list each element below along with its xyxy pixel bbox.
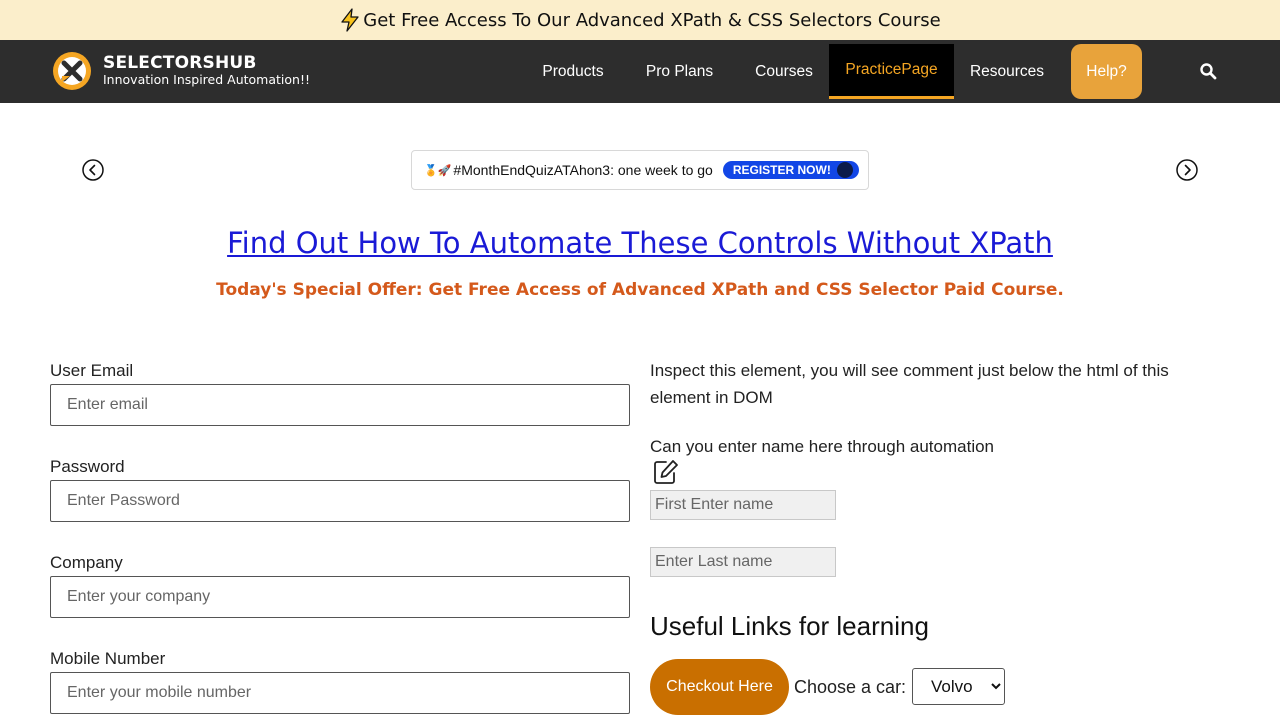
password-label: Password [50, 457, 125, 476]
password-field[interactable] [50, 480, 630, 522]
checkout-button[interactable]: Checkout Here [650, 659, 789, 715]
register-now-button[interactable]: REGISTER NOW! [722, 161, 859, 179]
nav-pro-plans[interactable]: Pro Plans [632, 44, 727, 99]
car-select[interactable]: Volvo [912, 668, 1005, 705]
special-offer-text: Today's Special Offer: Get Free Access o… [216, 280, 1064, 300]
lightning-icon [341, 8, 359, 32]
headline-link[interactable]: Find Out How To Automate These Controls … [227, 226, 1053, 260]
page-headline: Find Out How To Automate These Controls … [0, 226, 1280, 260]
inspect-instruction: Inspect this element, you will see comme… [650, 361, 1169, 407]
carousel-next-icon[interactable] [1176, 159, 1198, 181]
nav-resources[interactable]: Resources [956, 44, 1058, 99]
brand-logo[interactable]: SELECTORSHUB Innovation Inspired Automat… [53, 52, 310, 90]
carousel-prev-icon[interactable] [82, 159, 104, 181]
help-button[interactable]: Help? [1071, 44, 1142, 99]
email-field[interactable] [50, 384, 630, 426]
mobile-label: Mobile Number [50, 649, 166, 668]
first-name-field[interactable] [650, 490, 836, 520]
cursor-icon [836, 162, 853, 178]
ticker-text: #MonthEndQuizATAhon3: one week to go [453, 162, 713, 178]
selectorshub-logo-icon [53, 52, 91, 90]
car-label: Choose a car: [794, 677, 907, 697]
last-name-field[interactable] [650, 547, 836, 577]
promo-text: Get Free Access To Our Advanced XPath & … [363, 9, 941, 31]
announcement-ticker[interactable]: 🏅🚀 #MonthEndQuizATAhon3: one week to go … [411, 150, 869, 190]
company-label: Company [50, 553, 123, 572]
register-now-label: REGISTER NOW! [732, 163, 831, 177]
edit-icon[interactable] [652, 458, 680, 486]
mobile-field[interactable] [50, 672, 630, 714]
nav-products[interactable]: Products [528, 44, 618, 99]
name-question: Can you enter name here through automati… [650, 437, 995, 456]
nav-courses[interactable]: Courses [742, 44, 826, 99]
company-field[interactable] [50, 576, 630, 618]
brand-tagline: Innovation Inspired Automation!! [103, 72, 310, 87]
search-icon[interactable] [1199, 62, 1217, 80]
brand-name: SELECTORSHUB [103, 53, 257, 73]
email-label: User Email [50, 361, 134, 380]
top-navbar: SELECTORSHUB Innovation Inspired Automat… [0, 40, 1280, 103]
useful-links-heading: Useful Links for learning [650, 611, 929, 641]
promo-banner[interactable]: Get Free Access To Our Advanced XPath & … [0, 0, 1280, 40]
trophy-icon: 🏅🚀 [424, 164, 452, 177]
nav-practice-page[interactable]: PracticePage [829, 44, 954, 99]
